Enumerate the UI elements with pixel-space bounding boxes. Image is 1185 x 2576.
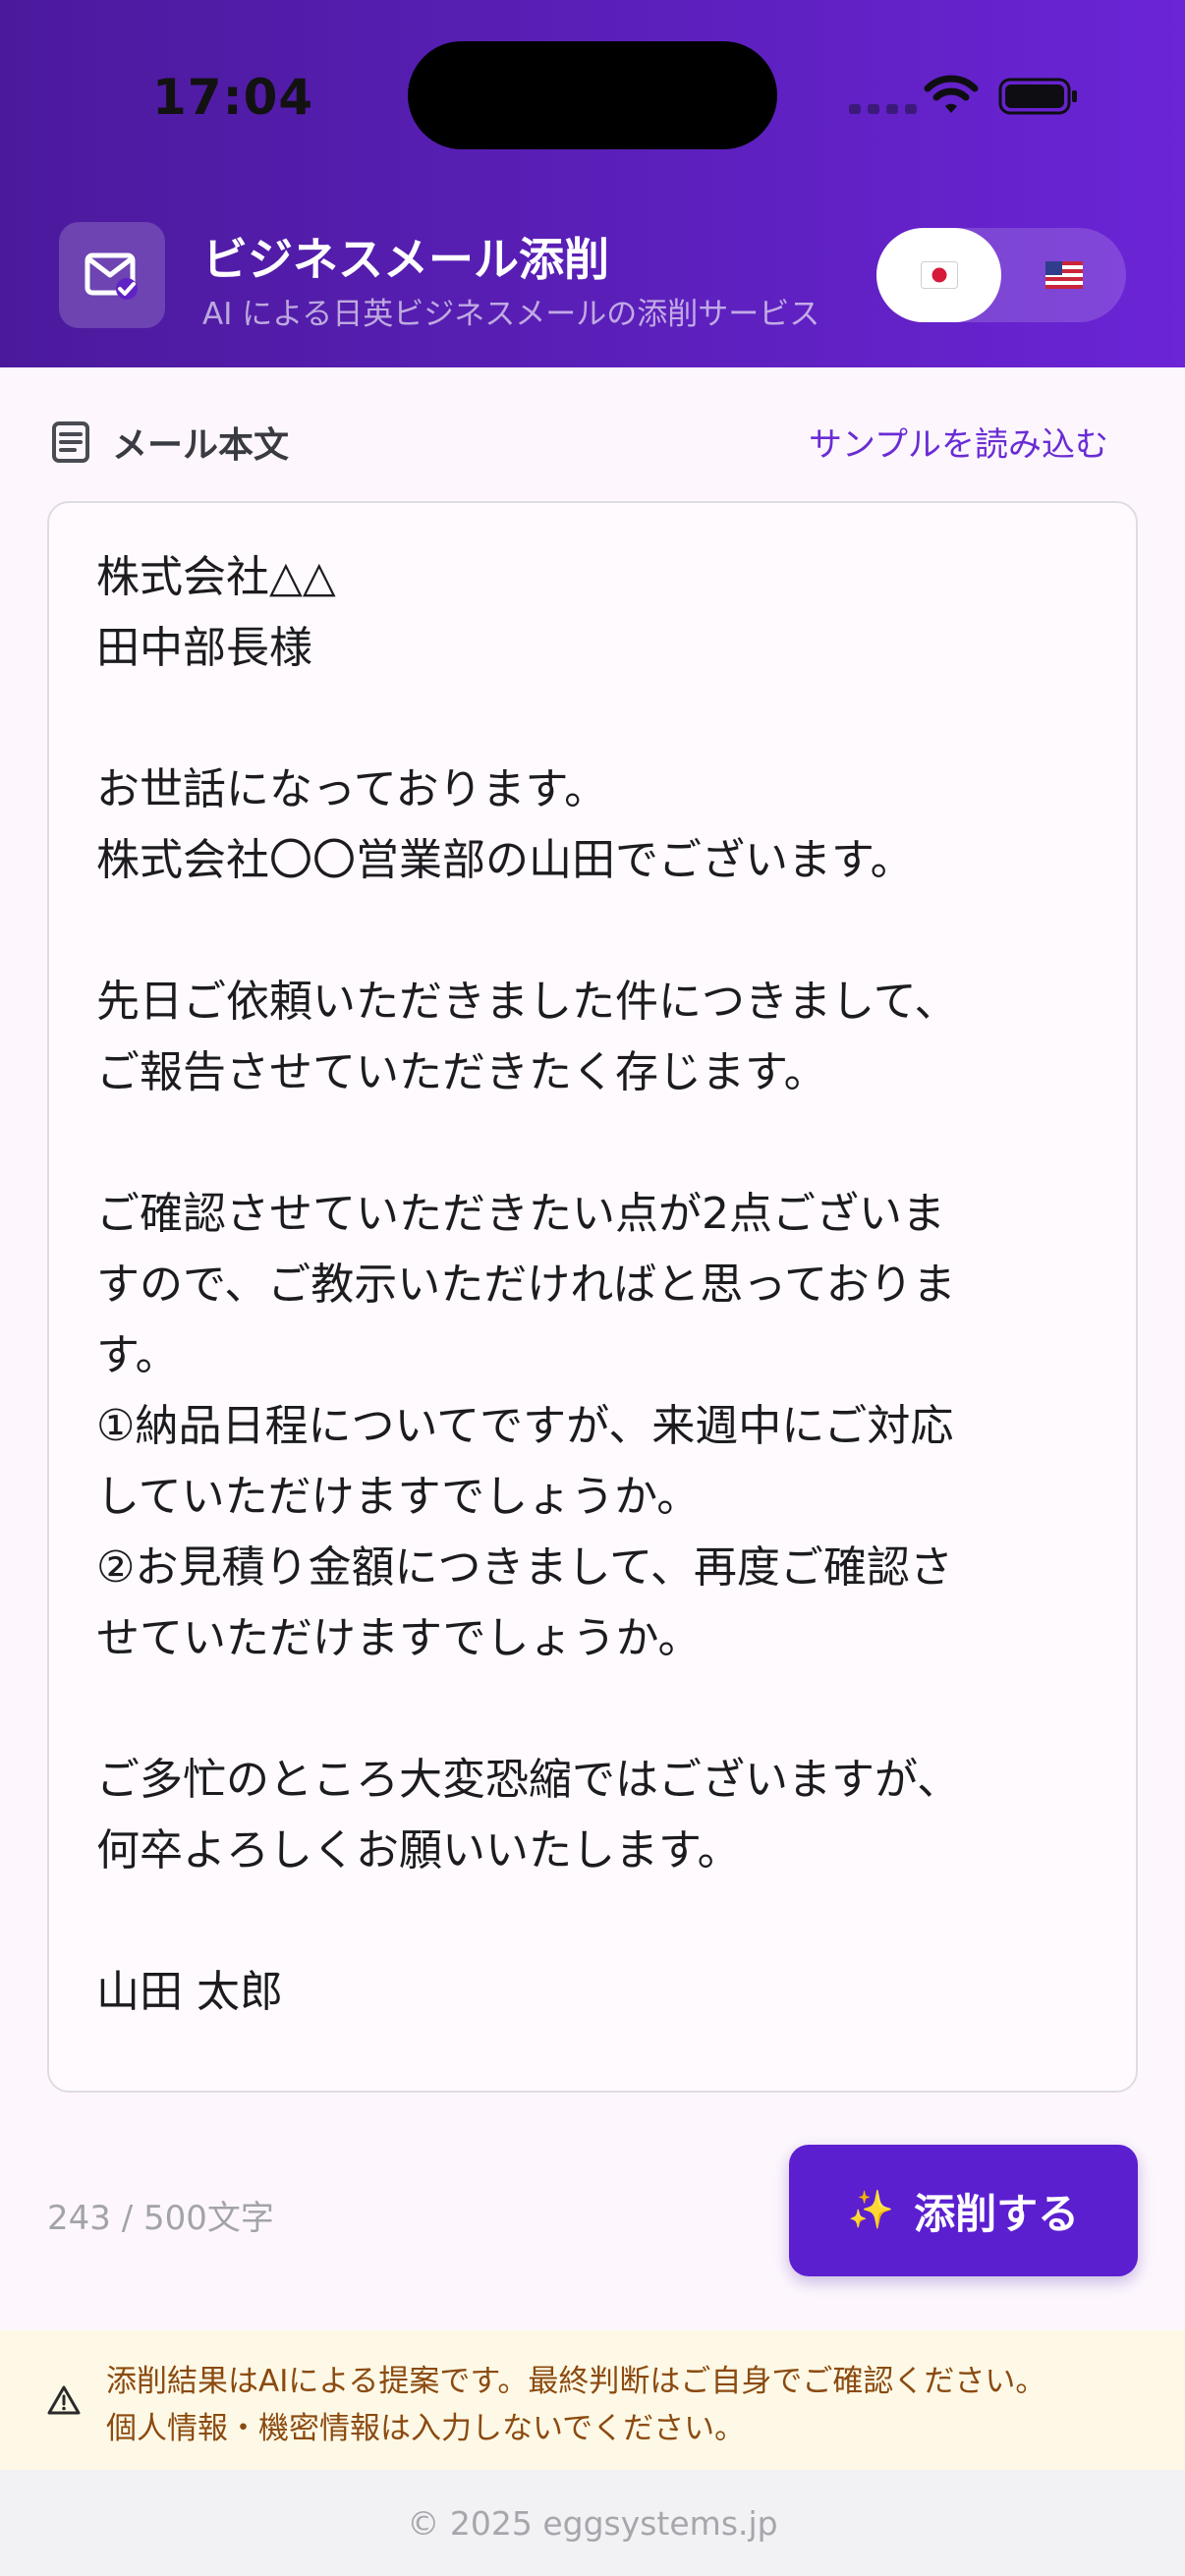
wifi-icon	[924, 75, 979, 113]
battery-icon	[998, 78, 1077, 115]
disclaimer-line-1: 添削結果はAIによる提案です。最終判断はご自身でご確認ください。	[106, 2364, 1046, 2399]
disclaimer-notice: 添削結果はAIによる提案です。最終判断はご自身でご確認ください。 個人情報・機密…	[0, 2330, 1185, 2470]
mail-check-icon	[85, 252, 138, 300]
us-flag-icon	[1044, 261, 1083, 289]
disclaimer-line-2: 個人情報・機密情報は入力しないでください。	[106, 2411, 746, 2446]
section-title: メール本文	[112, 425, 290, 466]
email-body-input[interactable]: 株式会社△△ 田中部長様 お世話になっております。 株式会社〇〇営業部の山田でご…	[96, 542, 1089, 2051]
character-count: 243 / 500文字	[47, 2199, 274, 2238]
japan-flag-icon	[920, 261, 958, 289]
status-time: 17:04	[152, 69, 314, 126]
app-logo	[59, 222, 165, 328]
app-header: 17:04 ビジネスメール添削 AI による日英ビジネスメールの添削サービス	[0, 0, 1185, 367]
load-sample-link[interactable]: サンプルを読み込む	[809, 418, 1108, 466]
app-title: ビジネスメール添削	[202, 233, 609, 286]
dynamic-island	[408, 41, 777, 149]
language-toggle	[876, 228, 1126, 322]
language-option-english[interactable]	[1001, 228, 1126, 322]
warning-icon	[47, 2385, 81, 2415]
footer: © 2025 eggsystems.jp	[0, 2470, 1185, 2576]
sparkle-icon: ✨	[847, 2190, 895, 2231]
proofread-button[interactable]: ✨ 添削する	[789, 2145, 1138, 2276]
cellular-signal-icon	[849, 104, 917, 114]
proofread-button-label: 添削する	[914, 2190, 1080, 2237]
copyright-text: © 2025 eggsystems.jp	[407, 2503, 778, 2543]
document-icon	[52, 421, 89, 463]
app-subtitle: AI による日英ビジネスメールの添削サービス	[202, 297, 820, 332]
email-body-container: 株式会社△△ 田中部長様 お世話になっております。 株式会社〇〇営業部の山田でご…	[47, 501, 1138, 2093]
language-option-japanese[interactable]	[876, 228, 1001, 322]
